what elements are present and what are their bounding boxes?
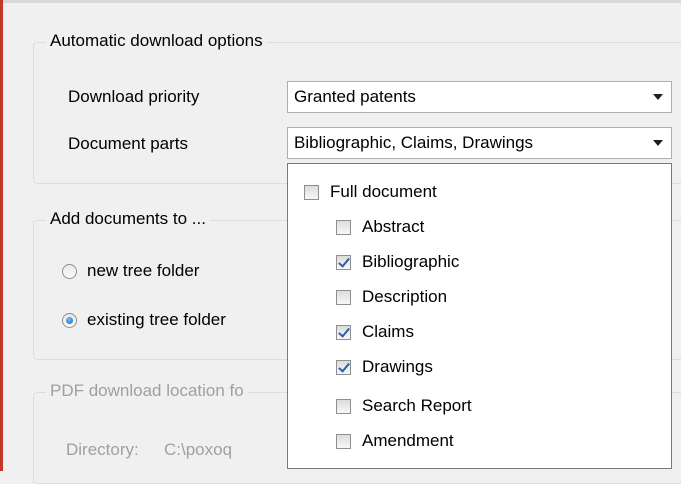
checkbox-icon[interactable] [336, 289, 351, 305]
list-item-bibliographic[interactable]: Bibliographic [336, 252, 459, 272]
list-item-claims[interactable]: Claims [336, 322, 414, 342]
list-item-label: Claims [362, 322, 414, 341]
directory-value: C:\poxoq [164, 440, 233, 459]
list-item-label: Drawings [362, 357, 433, 376]
checkbox-icon[interactable] [336, 398, 351, 414]
list-item-abstract[interactable]: Abstract [336, 217, 424, 237]
download-priority-select[interactable]: Granted patents [287, 81, 672, 113]
window-top-edge [0, 0, 681, 3]
checkbox-icon[interactable] [304, 184, 319, 200]
pdf-location-title: PDF download location fo [46, 381, 248, 401]
automatic-download-title: Automatic download options [46, 31, 267, 51]
chevron-down-icon[interactable] [645, 128, 671, 158]
radio-button-icon[interactable] [62, 263, 77, 279]
chevron-down-icon[interactable] [645, 82, 671, 112]
download-priority-value: Granted patents [294, 87, 416, 106]
window-left-border [0, 0, 3, 471]
radio-button-selected-icon[interactable] [62, 312, 77, 328]
list-item-label: Description [362, 287, 448, 306]
list-item-description[interactable]: Description [336, 287, 447, 307]
list-item-label: Full document [330, 182, 437, 201]
list-item-drawings[interactable]: Drawings [336, 357, 433, 377]
document-parts-value: Bibliographic, Claims, Drawings [294, 133, 534, 152]
list-item-full-document[interactable]: Full document [304, 182, 437, 202]
list-item-label: Search Report [362, 396, 472, 415]
download-priority-label: Download priority [68, 87, 200, 106]
list-item-label: Amendment [362, 431, 454, 450]
document-parts-dropdown[interactable]: Full document Abstract Bibliographic Des… [287, 163, 672, 469]
checkbox-checked-icon[interactable] [336, 359, 351, 375]
radio-label: new tree folder [87, 261, 200, 280]
checkbox-icon[interactable] [336, 433, 351, 449]
list-item-label: Bibliographic [362, 252, 460, 271]
list-item-label: Abstract [362, 217, 425, 236]
checkbox-checked-icon[interactable] [336, 254, 351, 270]
document-parts-select[interactable]: Bibliographic, Claims, Drawings [287, 127, 672, 159]
document-parts-label: Document parts [68, 134, 188, 153]
checkbox-checked-icon[interactable] [336, 324, 351, 340]
radio-existing-tree-folder[interactable]: existing tree folder [62, 310, 226, 330]
directory-label: Directory: [66, 440, 139, 459]
checkbox-icon[interactable] [336, 219, 351, 235]
radio-new-tree-folder[interactable]: new tree folder [62, 261, 199, 281]
add-documents-title: Add documents to ... [46, 209, 210, 229]
list-item-search-report[interactable]: Search Report [336, 396, 472, 416]
list-item-amendment[interactable]: Amendment [336, 431, 454, 451]
radio-label: existing tree folder [87, 310, 226, 329]
